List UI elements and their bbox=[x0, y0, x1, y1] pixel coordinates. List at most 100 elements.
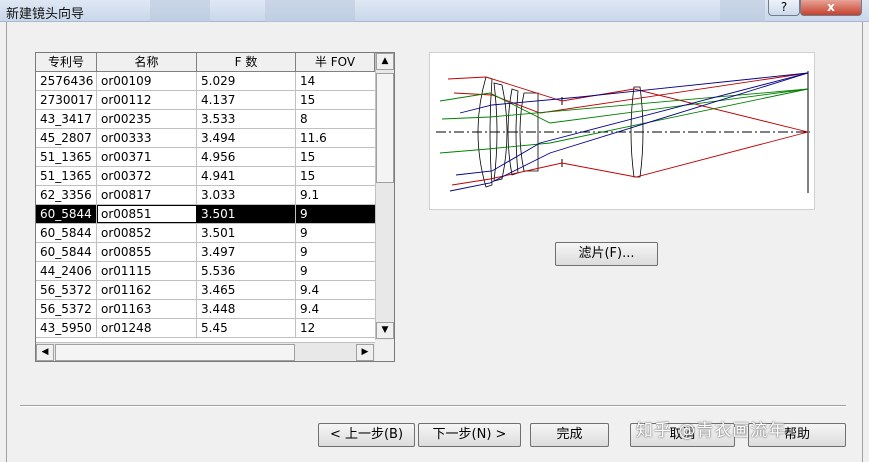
table-row[interactable]: 2576436 or00109 5.029 14 bbox=[36, 72, 375, 91]
table-row[interactable]: 62_3356 or00817 3.033 9.1 bbox=[36, 186, 375, 205]
table-row[interactable]: 51_1365 or00372 4.941 15 bbox=[36, 167, 375, 186]
background-window-strip bbox=[150, 0, 210, 22]
column-header-fnumber[interactable]: F 数 bbox=[197, 53, 296, 71]
cell-half-fov[interactable]: 15 bbox=[296, 167, 375, 185]
back-button[interactable]: < 上一步(B) bbox=[318, 423, 415, 447]
background-window-strip bbox=[720, 0, 765, 22]
table-row[interactable]: 51_1365 or00371 4.956 15 bbox=[36, 148, 375, 167]
cell-half-fov[interactable]: 8 bbox=[296, 110, 375, 128]
cell-name[interactable]: or00235 bbox=[97, 110, 197, 128]
cell-half-fov[interactable]: 9 bbox=[296, 205, 375, 223]
titlebar-help-button[interactable]: ? bbox=[768, 0, 800, 16]
cell-name[interactable]: or00372 bbox=[97, 167, 197, 185]
column-header-half-fov[interactable]: 半 FOV bbox=[296, 53, 375, 71]
finish-button[interactable]: 完成 bbox=[530, 423, 609, 447]
cell-name[interactable]: or00852 bbox=[97, 224, 197, 242]
table-header-row: 专利号 名称 F 数 半 FOV bbox=[36, 53, 375, 72]
cell-fnumber[interactable]: 4.137 bbox=[197, 91, 296, 109]
dialog-separator bbox=[20, 405, 846, 407]
table-row[interactable]: 45_2807 or00333 3.494 11.6 bbox=[36, 129, 375, 148]
cell-name[interactable]: or00817 bbox=[97, 186, 197, 204]
cell-name[interactable]: or01248 bbox=[97, 319, 197, 337]
horizontal-scroll-thumb[interactable] bbox=[55, 344, 295, 361]
scroll-right-arrow-icon[interactable]: ▶ bbox=[356, 344, 374, 361]
table-row[interactable]: 43_3417 or00235 3.533 8 bbox=[36, 110, 375, 129]
cell-half-fov[interactable]: 9 bbox=[296, 243, 375, 261]
cell-fnumber[interactable]: 5.029 bbox=[197, 72, 296, 90]
cell-patent[interactable]: 51_1365 bbox=[36, 148, 97, 166]
cell-patent[interactable]: 60_5844 bbox=[36, 205, 97, 223]
table-row[interactable]: 2730017 or00112 4.137 15 bbox=[36, 91, 375, 110]
cell-name[interactable]: or00109 bbox=[97, 72, 197, 90]
table-row[interactable]: 56_5372 or01162 3.465 9.4 bbox=[36, 281, 375, 300]
cell-fnumber[interactable]: 3.497 bbox=[197, 243, 296, 261]
cell-patent[interactable]: 2730017 bbox=[36, 91, 97, 109]
cell-patent[interactable]: 45_2807 bbox=[36, 129, 97, 147]
cell-patent[interactable]: 43_3417 bbox=[36, 110, 97, 128]
cell-fnumber[interactable]: 4.941 bbox=[197, 167, 296, 185]
cell-half-fov[interactable]: 15 bbox=[296, 148, 375, 166]
cell-half-fov[interactable]: 9.4 bbox=[296, 300, 375, 318]
cell-half-fov[interactable]: 9.4 bbox=[296, 281, 375, 299]
cell-patent[interactable]: 56_5372 bbox=[36, 300, 97, 318]
cell-name[interactable]: or01162 bbox=[97, 281, 197, 299]
cell-name[interactable]: or00371 bbox=[97, 148, 197, 166]
scroll-left-arrow-icon[interactable]: ◀ bbox=[36, 344, 54, 361]
scrollbar-corner bbox=[375, 340, 394, 361]
cell-half-fov[interactable]: 12 bbox=[296, 319, 375, 337]
cell-fnumber[interactable]: 3.465 bbox=[197, 281, 296, 299]
cell-name[interactable]: or01163 bbox=[97, 300, 197, 318]
titlebar-close-button[interactable]: x bbox=[800, 0, 862, 16]
cell-fnumber[interactable]: 3.033 bbox=[197, 186, 296, 204]
cell-fnumber[interactable]: 3.533 bbox=[197, 110, 296, 128]
vertical-scroll-thumb[interactable] bbox=[376, 73, 394, 183]
vertical-scrollbar[interactable]: ▲ ▼ bbox=[375, 53, 394, 340]
horizontal-scrollbar[interactable]: ◀ ▶ bbox=[36, 342, 375, 361]
cell-fnumber[interactable]: 3.448 bbox=[197, 300, 296, 318]
table-row[interactable]: 60_5844 or00851 3.501 9 bbox=[36, 205, 375, 224]
window-title: 新建镜头向导 bbox=[6, 7, 85, 22]
column-header-patent[interactable]: 专利号 bbox=[36, 53, 97, 71]
table-row[interactable]: 44_2406 or01115 5.536 9 bbox=[36, 262, 375, 281]
cell-fnumber[interactable]: 3.501 bbox=[197, 224, 296, 242]
cell-patent[interactable]: 62_3356 bbox=[36, 186, 97, 204]
cell-name[interactable]: or01115 bbox=[97, 262, 197, 280]
cell-name[interactable]: or00855 bbox=[97, 243, 197, 261]
cell-half-fov[interactable]: 9 bbox=[296, 224, 375, 242]
table-row[interactable]: 60_5844 or00855 3.497 9 bbox=[36, 243, 375, 262]
lens-table[interactable]: 专利号 名称 F 数 半 FOV 2576436 or00109 5.029 14 27… bbox=[35, 52, 395, 362]
cell-fnumber[interactable]: 3.501 bbox=[197, 205, 296, 223]
cell-patent[interactable]: 43_5950 bbox=[36, 319, 97, 337]
scroll-up-arrow-icon[interactable]: ▲ bbox=[376, 53, 394, 70]
filter-button[interactable]: 滤片(F)... bbox=[555, 242, 658, 266]
next-button[interactable]: 下一步(N) > bbox=[418, 423, 521, 447]
cell-name[interactable]: or00333 bbox=[97, 129, 197, 147]
column-header-name[interactable]: 名称 bbox=[97, 53, 197, 71]
cell-fnumber[interactable]: 4.956 bbox=[197, 148, 296, 166]
cell-patent[interactable]: 2576436 bbox=[36, 72, 97, 90]
cell-fnumber[interactable]: 3.494 bbox=[197, 129, 296, 147]
cell-name[interactable]: or00112 bbox=[97, 91, 197, 109]
cell-half-fov[interactable]: 11.6 bbox=[296, 129, 375, 147]
title-bar: 新建镜头向导 ? x bbox=[0, 0, 869, 22]
site-watermark: 知乎 @青衣画流年 bbox=[636, 421, 787, 441]
cell-patent[interactable]: 60_5844 bbox=[36, 224, 97, 242]
cell-patent[interactable]: 51_1365 bbox=[36, 167, 97, 185]
cell-name[interactable]: or00851 bbox=[97, 205, 197, 223]
cell-half-fov[interactable]: 15 bbox=[296, 91, 375, 109]
cell-patent[interactable]: 56_5372 bbox=[36, 281, 97, 299]
cell-patent[interactable]: 60_5844 bbox=[36, 243, 97, 261]
table-row[interactable]: 60_5844 or00852 3.501 9 bbox=[36, 224, 375, 243]
lens-ray-diagram bbox=[436, 71, 810, 193]
table-row[interactable]: 43_5950 or01248 5.45 12 bbox=[36, 319, 375, 338]
scroll-down-arrow-icon[interactable]: ▼ bbox=[376, 322, 394, 339]
table-row[interactable]: 56_5372 or01163 3.448 9.4 bbox=[36, 300, 375, 319]
cell-half-fov[interactable]: 9 bbox=[296, 262, 375, 280]
lens-layout-preview bbox=[429, 52, 815, 210]
cell-half-fov[interactable]: 14 bbox=[296, 72, 375, 90]
cell-fnumber[interactable]: 5.536 bbox=[197, 262, 296, 280]
background-window-strip bbox=[265, 0, 355, 22]
cell-patent[interactable]: 44_2406 bbox=[36, 262, 97, 280]
cell-half-fov[interactable]: 9.1 bbox=[296, 186, 375, 204]
cell-fnumber[interactable]: 5.45 bbox=[197, 319, 296, 337]
